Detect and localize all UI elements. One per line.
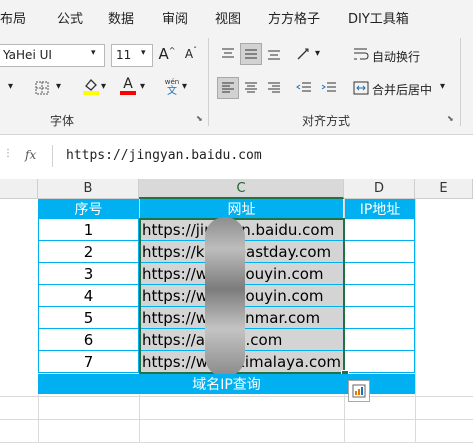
header-cell-seq[interactable]: 序号 [38,199,139,219]
font-color-button[interactable]: A [117,75,139,97]
align-top-icon [222,48,234,58]
paint-bucket-icon [83,79,99,95]
fill-color-button[interactable] [80,75,102,97]
increase-indent-button[interactable] [318,77,340,99]
font-name-value: YaHei UI [3,48,52,62]
wrap-text-icon [354,48,369,60]
menu-data[interactable]: 数据 [108,8,134,27]
chevron-down-icon[interactable]: ▾ [101,81,106,92]
table-row-ip[interactable] [344,329,415,351]
font-size-box[interactable]: 11 ▾ [111,44,153,67]
header-cell-ip[interactable]: IP地址 [345,199,415,219]
indent-icon [321,82,336,92]
menu-diy-toolbox[interactable]: DIY工具箱 [348,8,409,27]
chevron-down-icon[interactable]: ▾ [140,81,145,92]
wrap-text-button[interactable]: 自动换行 [372,48,420,65]
more-options-icon[interactable]: ⋮ [3,148,13,159]
dialog-launcher-icon[interactable]: ⬊ [196,114,203,123]
table-row-ip[interactable] [344,307,415,329]
column-header-c[interactable]: C [139,179,344,199]
shrink-font-button[interactable]: Aˇ [180,43,202,65]
align-bottom-icon [268,50,280,60]
font-group-label: 字体 [50,114,75,128]
font-size-value: 11 [116,48,132,62]
menu-bar: 布局 公式 数据 审阅 视图 方方格子 DIY工具箱 [0,0,473,34]
formula-input[interactable]: https://jingyan.baidu.com [66,148,262,163]
gridline [0,419,473,420]
header-cell-url[interactable]: 网址 [140,199,343,219]
column-header-e[interactable]: E [415,179,473,199]
align-bottom-button[interactable] [263,43,285,65]
align-left-button[interactable] [217,77,239,99]
text-orientation-icon [297,48,309,60]
menu-view[interactable]: 视图 [215,8,241,27]
orientation-button[interactable] [293,43,315,65]
chevron-down-icon: ▾ [91,48,96,58]
align-middle-button[interactable] [240,43,262,65]
chevron-down-icon[interactable]: ▾ [56,81,61,92]
phonetic-icon: 文 [167,86,177,97]
font-color-icon: A [123,76,133,92]
font-name-box[interactable]: YaHei UI ▾ [0,44,105,67]
outdent-icon [296,82,311,92]
column-header-d[interactable]: D [344,179,415,199]
row-header-corner[interactable] [0,179,38,199]
wrap-text-icon-button[interactable] [350,43,372,65]
merge-center-button[interactable]: 合并后居中 [372,81,432,98]
table-row-ip[interactable] [344,351,415,373]
table-row-seq[interactable]: 1 [38,219,139,241]
formula-divider [52,145,53,167]
align-right-button[interactable] [263,77,285,99]
alignment-group-label: 对齐方式 [302,114,351,128]
column-header-b[interactable]: B [38,179,139,199]
table-row-ip[interactable] [344,263,415,285]
ribbon: YaHei UI ▾ 11 ▾ A ^ Aˇ ▾ ▾ ▾ A ▾ wén 文 ▾ … [0,34,473,135]
table-row-ip[interactable] [344,285,415,307]
table-row-seq[interactable]: 5 [38,307,139,329]
table-row-seq[interactable]: 7 [38,351,139,373]
table-row-seq[interactable]: 4 [38,285,139,307]
group-separator [208,38,209,126]
align-middle-icon [245,49,257,59]
quick-analysis-icon [352,384,366,398]
align-left-icon [222,82,234,93]
insert-function-button[interactable]: fx [25,148,36,162]
align-top-button[interactable] [217,43,239,65]
menu-review[interactable]: 审阅 [162,8,188,27]
chevron-down-icon[interactable]: ▾ [440,81,445,92]
merge-center-icon [353,81,369,95]
font-color-swatch [120,91,136,95]
table-row-seq[interactable]: 2 [38,241,139,263]
menu-fangfang[interactable]: 方方格子 [268,8,320,27]
grow-font-button[interactable]: A ^ [156,43,178,65]
dialog-launcher-icon[interactable]: ⬊ [447,114,454,123]
chevron-down-icon[interactable]: ▾ [8,81,13,92]
quick-analysis-button[interactable] [348,380,370,402]
border-icon [35,81,49,95]
align-center-button[interactable] [240,77,262,99]
phonetic-button[interactable]: wén 文 [161,74,183,100]
table-row-ip[interactable] [344,219,415,241]
shrink-font-icon: A [184,47,194,61]
table-row-seq[interactable]: 6 [38,329,139,351]
menu-page-layout[interactable]: 布局 [0,8,26,27]
table-row-seq[interactable]: 3 [38,263,139,285]
borders-button[interactable] [31,77,53,99]
align-center-icon [245,82,257,93]
gridline [415,199,416,443]
decrease-indent-button[interactable] [293,77,315,99]
chevron-down-icon: ▾ [141,48,146,58]
chevron-down-icon[interactable]: ▾ [182,81,187,92]
table-row-ip[interactable] [344,241,415,263]
align-right-icon [268,82,280,93]
gridline [0,396,473,397]
redaction-blur [205,217,245,377]
grow-font-icon: A [158,45,169,63]
formula-bar: ⋮ fx https://jingyan.baidu.com [0,142,473,170]
chevron-down-icon[interactable]: ▾ [315,48,320,59]
merge-center-icon-button[interactable] [350,77,372,99]
menu-formulas[interactable]: 公式 [57,8,83,27]
group-separator [460,38,461,126]
